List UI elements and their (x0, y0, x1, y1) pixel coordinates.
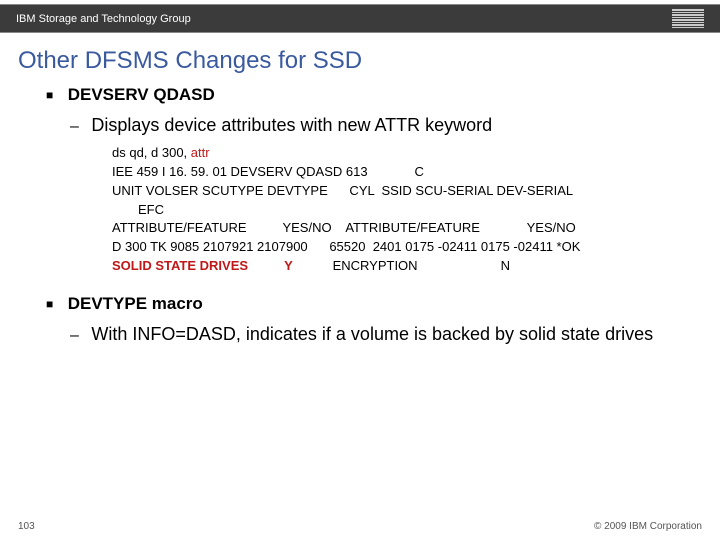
code-line-1: ds qd, d 300, attr (112, 144, 688, 163)
code-line-5: ATTRIBUTE/FEATURE YES/NO ATTRIBUTE/FEATU… (112, 219, 688, 238)
bullet2-heading: DEVTYPE macro (68, 294, 203, 313)
page-number: 103 (18, 521, 35, 532)
bullet2-sub-text: With INFO=DASD, indicates if a volume is… (91, 324, 653, 344)
code-line-2: IEE 459 I 16. 59. 01 DEVSERV QDASD 613 C (112, 163, 688, 182)
bullet1-sub: – Displays device attributes with new AT… (70, 115, 688, 276)
code-output: ds qd, d 300, attr IEE 459 I 16. 59. 01 … (112, 144, 688, 276)
dash-bullet-icon: – (70, 118, 79, 135)
code-line-7: SOLID STATE DRIVES Y ENCRYPTION N (112, 257, 688, 276)
slide-title: Other DFSMS Changes for SSD (18, 47, 702, 75)
copyright: © 2009 IBM Corporation (594, 521, 702, 532)
top-bar: IBM Storage and Technology Group (0, 4, 720, 33)
ibm-logo-icon (672, 9, 704, 28)
slide-body: ■ DEVSERV QDASD – Displays device attrib… (0, 85, 720, 345)
bullet2-sub: – With INFO=DASD, indicates if a volume … (70, 324, 688, 345)
square-bullet-icon: ■ (46, 88, 53, 102)
code-line-4: EFC (138, 201, 688, 220)
bullet1-heading: DEVSERV QDASD (68, 85, 215, 104)
bullet1-sub-text: Displays device attributes with new ATTR… (91, 115, 492, 135)
bullet-devserv: ■ DEVSERV QDASD – Displays device attrib… (46, 85, 688, 276)
dash-bullet-icon: – (70, 327, 79, 344)
footer: 103 © 2009 IBM Corporation (0, 521, 720, 532)
code-line-3: UNIT VOLSER SCUTYPE DEVTYPE CYL SSID SCU… (112, 182, 688, 201)
code-line-6: D 300 TK 9085 2107921 2107900 65520 2401… (112, 238, 688, 257)
group-label: IBM Storage and Technology Group (16, 13, 191, 25)
square-bullet-icon: ■ (46, 297, 53, 311)
bullet-devtype: ■ DEVTYPE macro – With INFO=DASD, indica… (46, 294, 688, 345)
